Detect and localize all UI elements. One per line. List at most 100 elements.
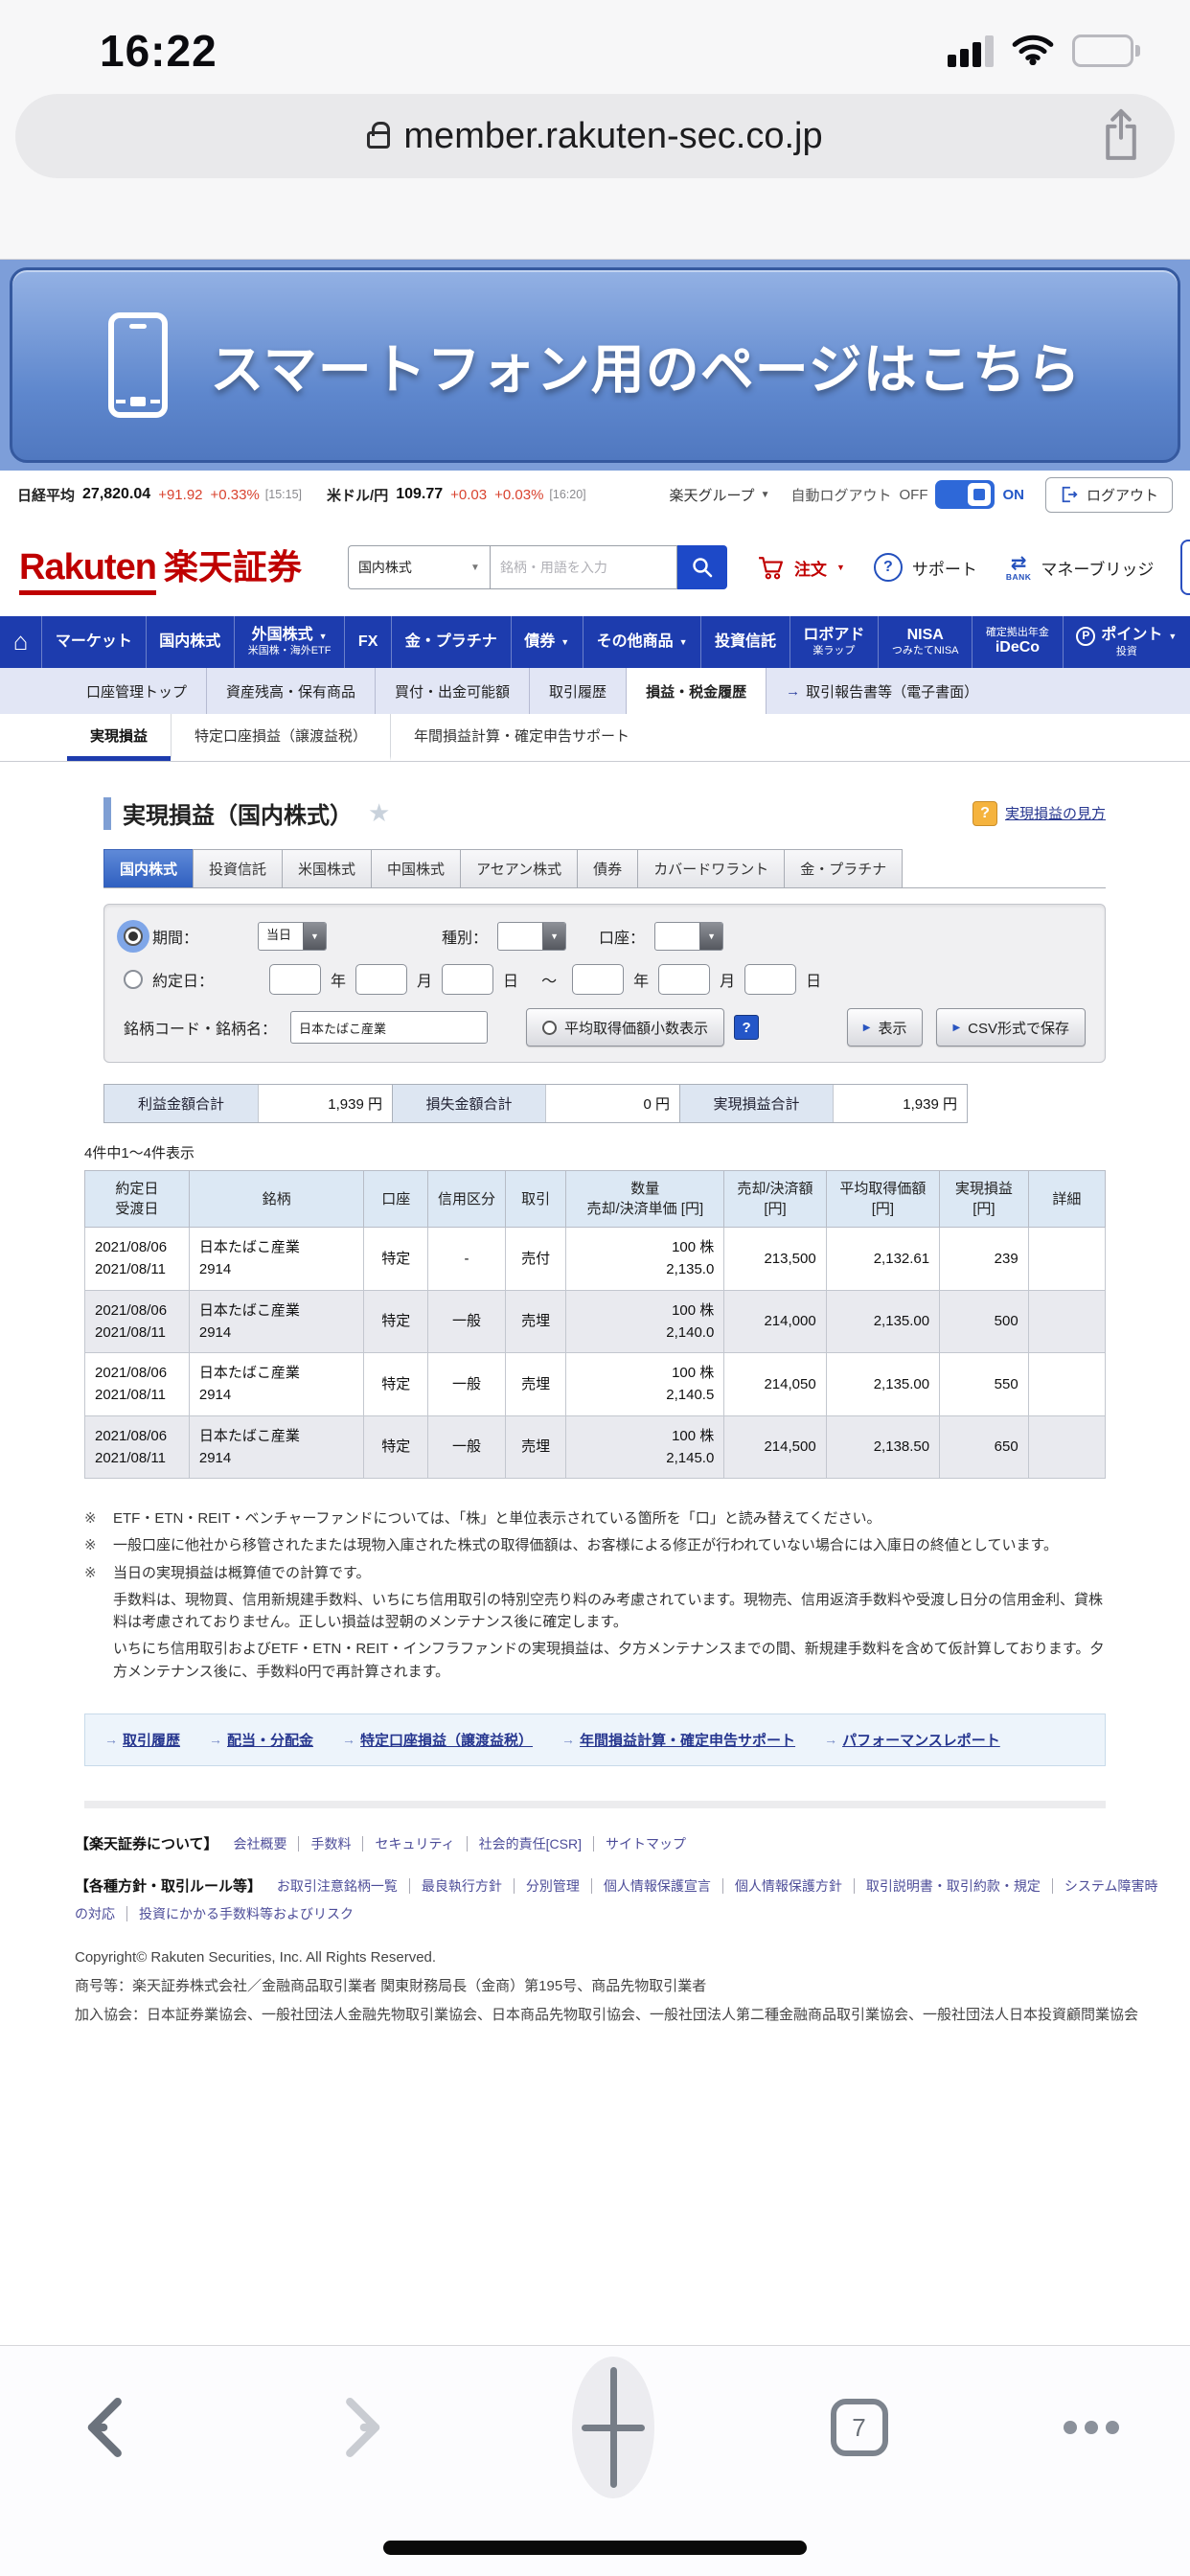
rakuten-securities-logo[interactable]: Rakuten 楽天証券	[19, 540, 302, 595]
tabs-button[interactable]: 7	[831, 2399, 888, 2456]
forward-button[interactable]	[322, 2390, 397, 2465]
support-link[interactable]: ? サポート	[874, 553, 977, 582]
nav-item[interactable]: 投資信託	[700, 616, 789, 668]
product-tab[interactable]: 投資信託	[193, 849, 283, 887]
auto-logout-toggle[interactable]	[935, 480, 995, 509]
order-menu[interactable]: 注文 ▼	[756, 555, 845, 580]
table-row: 2021/08/06 2021/08/11 日本たばこ産業 2914 特定 一般…	[85, 1415, 1106, 1479]
nav-item[interactable]: ロボアド 楽ラップ	[790, 616, 878, 668]
smartphone-page-banner[interactable]: スマートフォン用のページはこちら	[10, 267, 1180, 463]
type-select[interactable]: ▼	[497, 922, 566, 951]
nav-item[interactable]: FX	[344, 616, 391, 668]
product-tab[interactable]: 債券	[577, 849, 638, 887]
to-month-input[interactable]	[658, 964, 710, 995]
nav-item[interactable]: 確定拠出年金 iDeCo	[972, 616, 1062, 668]
nav-item[interactable]: P ポイント ▼ 投資	[1063, 616, 1190, 668]
nav-item[interactable]: 債券 ▼	[511, 616, 583, 668]
share-icon[interactable]	[1100, 107, 1142, 168]
search-input[interactable]	[490, 545, 677, 589]
footer-link[interactable]: 会社概要	[233, 1836, 286, 1852]
tab-item[interactable]: 実現損益	[67, 714, 171, 761]
favorite-star-icon[interactable]: ★	[368, 798, 390, 828]
quick-link[interactable]: → 特定口座損益（譲渡益税）	[342, 1730, 533, 1750]
nav-item[interactable]: その他商品 ▼	[583, 616, 700, 668]
subnav-item[interactable]: 取引履歴	[529, 668, 626, 714]
search-button[interactable]	[677, 545, 727, 589]
quick-link[interactable]: → パフォーマンスレポート	[824, 1730, 1000, 1750]
from-year-input[interactable]	[269, 964, 321, 995]
logout-button[interactable]: ログアウト	[1045, 477, 1173, 513]
footer-link[interactable]: 投資にかかる手数料等およびリスク	[126, 1906, 354, 1921]
product-tab[interactable]: 米国株式	[282, 849, 372, 887]
account-select[interactable]: ▼	[654, 922, 723, 951]
product-tab[interactable]: 国内株式	[103, 849, 194, 887]
nav-item-home[interactable]: ⌂	[0, 616, 41, 668]
footer-link[interactable]: 手数料	[298, 1836, 351, 1852]
iphone-screen: 16:22 member.rakuten-s	[0, 0, 1190, 2576]
period-radio[interactable]	[124, 927, 143, 946]
moneybridge-link[interactable]: ⇄ BANK マネーブリッジ	[1006, 554, 1155, 582]
nav-item[interactable]: 国内株式	[146, 616, 234, 668]
loss-total-label: 損失金額合計	[392, 1085, 545, 1122]
address-bar[interactable]: member.rakuten-sec.co.jp	[15, 94, 1175, 178]
footer-link[interactable]: 最良執行方針	[409, 1878, 502, 1894]
cell-margin-type: -	[428, 1228, 506, 1291]
cell-stock-name: 日本たばこ産業 2914	[189, 1353, 364, 1416]
subnav-item[interactable]: 買付・出金可能額	[375, 668, 529, 714]
more-menu-button[interactable]	[1064, 2421, 1119, 2434]
rakuten-group-menu[interactable]: 楽天グループ ▼	[669, 485, 769, 505]
tab-item[interactable]: 年間損益計算・確定申告サポート	[390, 714, 652, 761]
footer-link[interactable]: 分別管理	[514, 1878, 580, 1894]
product-tab[interactable]: 金・プラチナ	[784, 849, 903, 887]
column-header: 銘柄	[189, 1171, 364, 1228]
quick-link[interactable]: → 取引履歴	[104, 1730, 180, 1750]
quick-link[interactable]: → 配当・分配金	[209, 1730, 313, 1750]
new-tab-button[interactable]	[572, 2357, 654, 2498]
product-tab[interactable]: カバードワラント	[637, 849, 785, 887]
page-title: 実現損益（国内株式）	[123, 796, 353, 830]
table-row: 2021/08/06 2021/08/11 日本たばこ産業 2914 特定 一般…	[85, 1353, 1106, 1416]
to-day-input[interactable]	[744, 964, 796, 995]
footer-link[interactable]: セキュリティ	[362, 1836, 454, 1852]
footer-link[interactable]: 個人情報保護宣言	[591, 1878, 711, 1894]
product-tab[interactable]: 中国株式	[371, 849, 461, 887]
nav-item[interactable]: 金・プラチナ	[391, 616, 510, 668]
help-link[interactable]: ? 実現損益の見方	[973, 801, 1106, 826]
tab-item[interactable]: 特定口座損益（譲渡益税）	[171, 714, 390, 761]
avg-price-decimal-button[interactable]: 平均取得価額小数表示	[526, 1008, 724, 1046]
nav-item[interactable]: NISA つみたてNISA	[878, 616, 972, 668]
arrow-icon: →	[561, 1732, 575, 1747]
search-category-select[interactable]: 国内株式 ▼	[348, 545, 490, 589]
cellular-signal-icon	[948, 34, 994, 67]
show-button[interactable]: ▶ 表示	[847, 1008, 924, 1046]
subnav-item[interactable]: 口座管理トップ	[67, 668, 206, 714]
footer-link[interactable]: 取引説明書・取引約款・規定	[854, 1878, 1041, 1894]
arrow-icon: →	[342, 1732, 355, 1747]
from-day-input[interactable]	[442, 964, 493, 995]
product-tab[interactable]: アセアン株式	[460, 849, 578, 887]
avg-price-help-icon[interactable]: ?	[734, 1015, 759, 1040]
home-indicator[interactable]	[383, 2541, 807, 2555]
from-month-input[interactable]	[355, 964, 407, 995]
nav-item[interactable]: 外国株式 ▼ 米国株・海外ETF	[234, 616, 344, 668]
nav-item[interactable]: マーケット	[41, 616, 145, 668]
subnav-item[interactable]: → 取引報告書等（電子書面）	[766, 668, 997, 714]
footer-link[interactable]: サイトマップ	[593, 1836, 686, 1852]
my-menu-button[interactable]: マイメニュー 口座管理・入出金・振替など ∨	[1180, 540, 1190, 595]
footer-link[interactable]: 個人情報保護方針	[722, 1878, 842, 1894]
to-year-input[interactable]	[572, 964, 624, 995]
footer-link[interactable]: お取引注意銘柄一覧	[277, 1878, 398, 1894]
cell-settlement-amount: 214,000	[724, 1290, 826, 1353]
csv-save-button[interactable]: ▶ CSV形式で保存	[936, 1008, 1086, 1046]
subnav-item[interactable]: 資産残高・保有商品	[206, 668, 375, 714]
back-button[interactable]	[71, 2390, 146, 2465]
caret-down-icon: ▼	[470, 563, 480, 573]
period-select[interactable]: 当日 ▼	[258, 922, 327, 951]
trade-date-radio[interactable]	[124, 970, 143, 989]
subnav-item[interactable]: 損益・税金履歴	[626, 668, 766, 714]
footer-rules-label: 【各種方針・取引ルール等】	[75, 1878, 262, 1895]
footer-link[interactable]: 社会的責任[CSR]	[467, 1836, 582, 1852]
stock-code-input[interactable]	[290, 1011, 488, 1044]
title-accent-bar	[103, 797, 111, 830]
quick-link[interactable]: → 年間損益計算・確定申告サポート	[561, 1730, 795, 1750]
